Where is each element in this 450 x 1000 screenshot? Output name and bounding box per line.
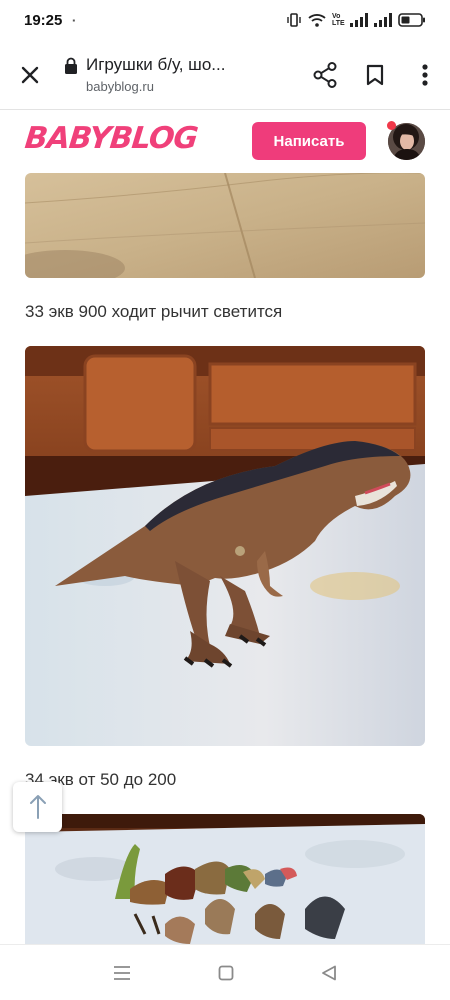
back-triangle-icon[interactable] [321, 965, 337, 981]
wifi-icon [308, 14, 326, 27]
notification-icon: ▪ [72, 15, 76, 25]
scroll-to-top-button[interactable] [13, 782, 62, 832]
page-title[interactable]: Игрушки б/у, шо... [86, 55, 300, 75]
notification-dot [387, 121, 396, 130]
signal-icon [374, 13, 392, 27]
bookmark-icon[interactable] [366, 64, 384, 86]
arrow-up-icon[interactable] [29, 794, 47, 820]
photo-caption: 33 экв 900 ходит рычит светится [25, 302, 283, 321]
article-photo[interactable] [25, 346, 425, 746]
home-square-icon[interactable] [218, 965, 234, 981]
article-content: 33 экв 900 ходит рычит светится 34 экв о… [0, 173, 450, 944]
system-nav-bar [0, 944, 450, 1000]
vibrate-icon [287, 13, 301, 27]
share-icon[interactable] [313, 61, 337, 88]
browser-toolbar: Игрушки б/у, шо... babyblog.ru [0, 40, 450, 110]
page-domain[interactable]: babyblog.ru [86, 79, 300, 94]
volte-icon: Vo LTE [332, 13, 345, 27]
battery-icon [398, 13, 425, 27]
more-vertical-icon[interactable] [422, 63, 428, 86]
close-tab-button[interactable] [0, 40, 60, 110]
address-bar[interactable]: Игрушки б/у, шо... babyblog.ru [82, 55, 300, 94]
write-button[interactable]: Написать [252, 122, 366, 160]
site-header: BABYBLOG Написать [0, 111, 450, 173]
status-icons: Vo LTE [286, 13, 426, 27]
article-photo[interactable] [25, 173, 425, 278]
lock-icon[interactable] [60, 57, 82, 74]
share-button[interactable] [300, 40, 350, 110]
signal-icon [350, 13, 368, 27]
close-icon[interactable] [20, 65, 40, 85]
bookmark-button[interactable] [350, 40, 400, 110]
status-bar: 19:25 ▪ Vo LTE [0, 0, 450, 40]
article-photo[interactable] [25, 814, 425, 944]
more-menu-button[interactable] [400, 40, 450, 110]
menu-icon[interactable] [113, 965, 131, 981]
site-logo[interactable]: BABYBLOG [23, 121, 199, 156]
status-time: 19:25 [24, 11, 63, 29]
